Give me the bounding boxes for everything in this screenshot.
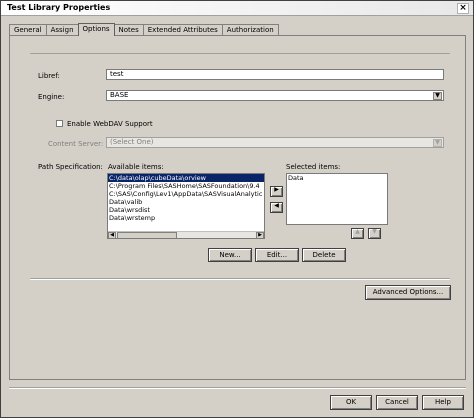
edit-button[interactable]: Edit...: [255, 248, 299, 262]
available-items-label: Available items:: [108, 163, 164, 171]
webdav-checkbox[interactable]: [56, 120, 63, 127]
selected-items-list[interactable]: Data: [286, 173, 388, 225]
move-up-button[interactable]: ▲: [351, 228, 364, 239]
list-item[interactable]: Data\wrstemp: [108, 214, 264, 222]
list-item[interactable]: C:\data\olap\cubeData\orview: [108, 174, 264, 182]
list-item[interactable]: Data\valib: [108, 198, 264, 206]
selected-items-label: Selected items:: [286, 163, 341, 171]
list-item[interactable]: Data: [287, 174, 387, 182]
help-button[interactable]: Help: [422, 395, 464, 410]
add-item-button[interactable]: ▶: [270, 186, 283, 197]
list-item[interactable]: Data\wrsdist: [108, 206, 264, 214]
remove-item-button[interactable]: ◀: [270, 202, 283, 213]
libref-input[interactable]: test: [106, 69, 444, 80]
move-down-button[interactable]: ▼: [368, 228, 381, 239]
cancel-button[interactable]: Cancel: [376, 395, 418, 410]
section-divider: [30, 278, 450, 280]
libref-label: Libref:: [38, 72, 60, 80]
properties-dialog: Test Library Properties × General Assign…: [0, 0, 474, 418]
horizontal-scrollbar[interactable]: ◀ ▶: [108, 231, 264, 238]
content-server-select[interactable]: (Select One) ▼: [106, 137, 444, 148]
new-button[interactable]: New...: [208, 248, 252, 262]
list-item[interactable]: C:\Program Files\SASHome\SASFoundation\9…: [108, 182, 264, 190]
engine-label: Engine:: [38, 93, 65, 101]
delete-button[interactable]: Delete: [302, 248, 346, 262]
engine-value: BASE: [110, 91, 129, 99]
close-button[interactable]: ×: [457, 3, 469, 14]
panel-divider: [30, 53, 450, 54]
tab-options[interactable]: Options: [77, 23, 115, 36]
list-item[interactable]: C:\SAS\Config\Lev1\AppData\SASVisualAnal…: [108, 190, 264, 198]
footer-divider: [9, 387, 466, 389]
scroll-thumb[interactable]: [117, 232, 177, 238]
chevron-down-icon[interactable]: ▼: [433, 92, 442, 100]
title-bar: Test Library Properties ×: [1, 1, 473, 16]
options-panel: Libref: test Engine: BASE ▼ Enable WebDA…: [9, 35, 466, 380]
engine-select[interactable]: BASE ▼: [106, 90, 444, 101]
content-server-label: Content Server:: [48, 140, 104, 148]
window-title: Test Library Properties: [7, 3, 111, 12]
scroll-left-icon[interactable]: ◀: [108, 232, 116, 238]
content-server-value: (Select One): [110, 138, 154, 146]
webdav-label: Enable WebDAV Support: [67, 120, 153, 128]
available-items-list[interactable]: C:\data\olap\cubeData\orview C:\Program …: [107, 173, 265, 239]
scroll-right-icon[interactable]: ▶: [256, 232, 264, 238]
advanced-options-button[interactable]: Advanced Options...: [365, 285, 451, 300]
chevron-down-icon[interactable]: ▼: [433, 139, 442, 147]
ok-button[interactable]: OK: [330, 395, 372, 410]
path-spec-label: Path Specification:: [38, 163, 103, 171]
